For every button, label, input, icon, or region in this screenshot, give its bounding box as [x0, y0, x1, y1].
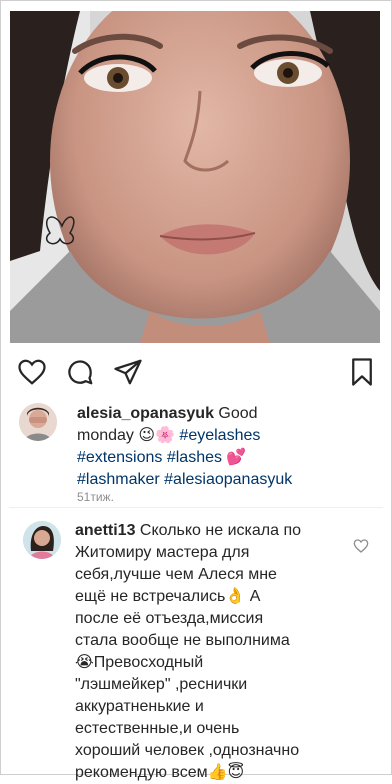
caption-line-2: monday 😉🌸 #eyelashes [77, 425, 377, 447]
comment-line: Житомиру мастера для [75, 544, 250, 561]
divider [9, 507, 383, 508]
caption-author-avatar[interactable] [19, 403, 57, 441]
caption-line-4: #lashmaker #alesiaopanasyuk [77, 469, 377, 491]
comment-line: "лэшмейкер" ,реснички [75, 676, 248, 693]
comment-text: anetti13 Сколько не искала по Житомиру м… [75, 520, 367, 784]
bookmark-icon [352, 358, 372, 386]
post-action-bar [1, 351, 392, 395]
avatar-icon [19, 403, 57, 441]
like-button[interactable] [17, 357, 49, 389]
commenter-avatar[interactable] [23, 521, 61, 559]
comment-button[interactable] [65, 357, 97, 389]
hashtag-link[interactable]: #lashmaker #alesiaopanasyuk [77, 471, 292, 488]
avatar-icon [23, 521, 61, 559]
caption-text-part: 💕 [221, 449, 247, 466]
post-card: alesia_opanasyuk Good monday 😉🌸 #eyelash… [0, 0, 392, 781]
comment-line: 😭Превосходный [75, 654, 204, 671]
comment-line: рекомендую всем👍😇 [75, 764, 245, 781]
comment-line: стала вообще не выполнима [75, 632, 290, 649]
heart-outline-icon [353, 539, 369, 553]
comment-bubble-icon [68, 360, 93, 385]
comment-line: естественные,и очень [75, 720, 240, 737]
comment-line: себя,лучше чем Алеся мне [75, 566, 277, 583]
comment-like-button[interactable] [353, 538, 369, 554]
caption-text: alesia_opanasyuk Good monday 😉🌸 #eyelash… [77, 403, 377, 491]
comment-text-part: Сколько не искала по [135, 522, 301, 539]
post-timestamp[interactable]: 51тиж. [77, 490, 114, 504]
hashtag-link[interactable]: #eyelashes [179, 427, 260, 444]
comment-username[interactable]: anetti13 [75, 522, 135, 539]
caption-line-1: alesia_opanasyuk Good [77, 403, 377, 425]
save-button[interactable] [347, 357, 379, 389]
comment-line: хороший человек ,однозначно [75, 742, 300, 759]
share-button[interactable] [113, 357, 145, 389]
caption-text-part: monday 😉🌸 [77, 427, 180, 444]
post-photo[interactable] [10, 11, 380, 343]
hashtag-link[interactable]: #extensions #lashes [77, 449, 222, 466]
caption-line-3: #extensions #lashes 💕 [77, 447, 377, 469]
heart-icon [18, 359, 46, 385]
comment-line: ещё не встречались👌 А [75, 588, 261, 605]
comment-line: аккуратненькие и [75, 698, 204, 715]
paper-plane-icon [114, 359, 142, 385]
comment-line: после её отъезда,миссия [75, 610, 264, 627]
caption-username[interactable]: alesia_opanasyuk [77, 405, 214, 422]
comment-line: anetti13 Сколько не искала по [75, 520, 367, 542]
caption-text-part: Good [213, 405, 258, 422]
portrait-photo [10, 11, 380, 343]
